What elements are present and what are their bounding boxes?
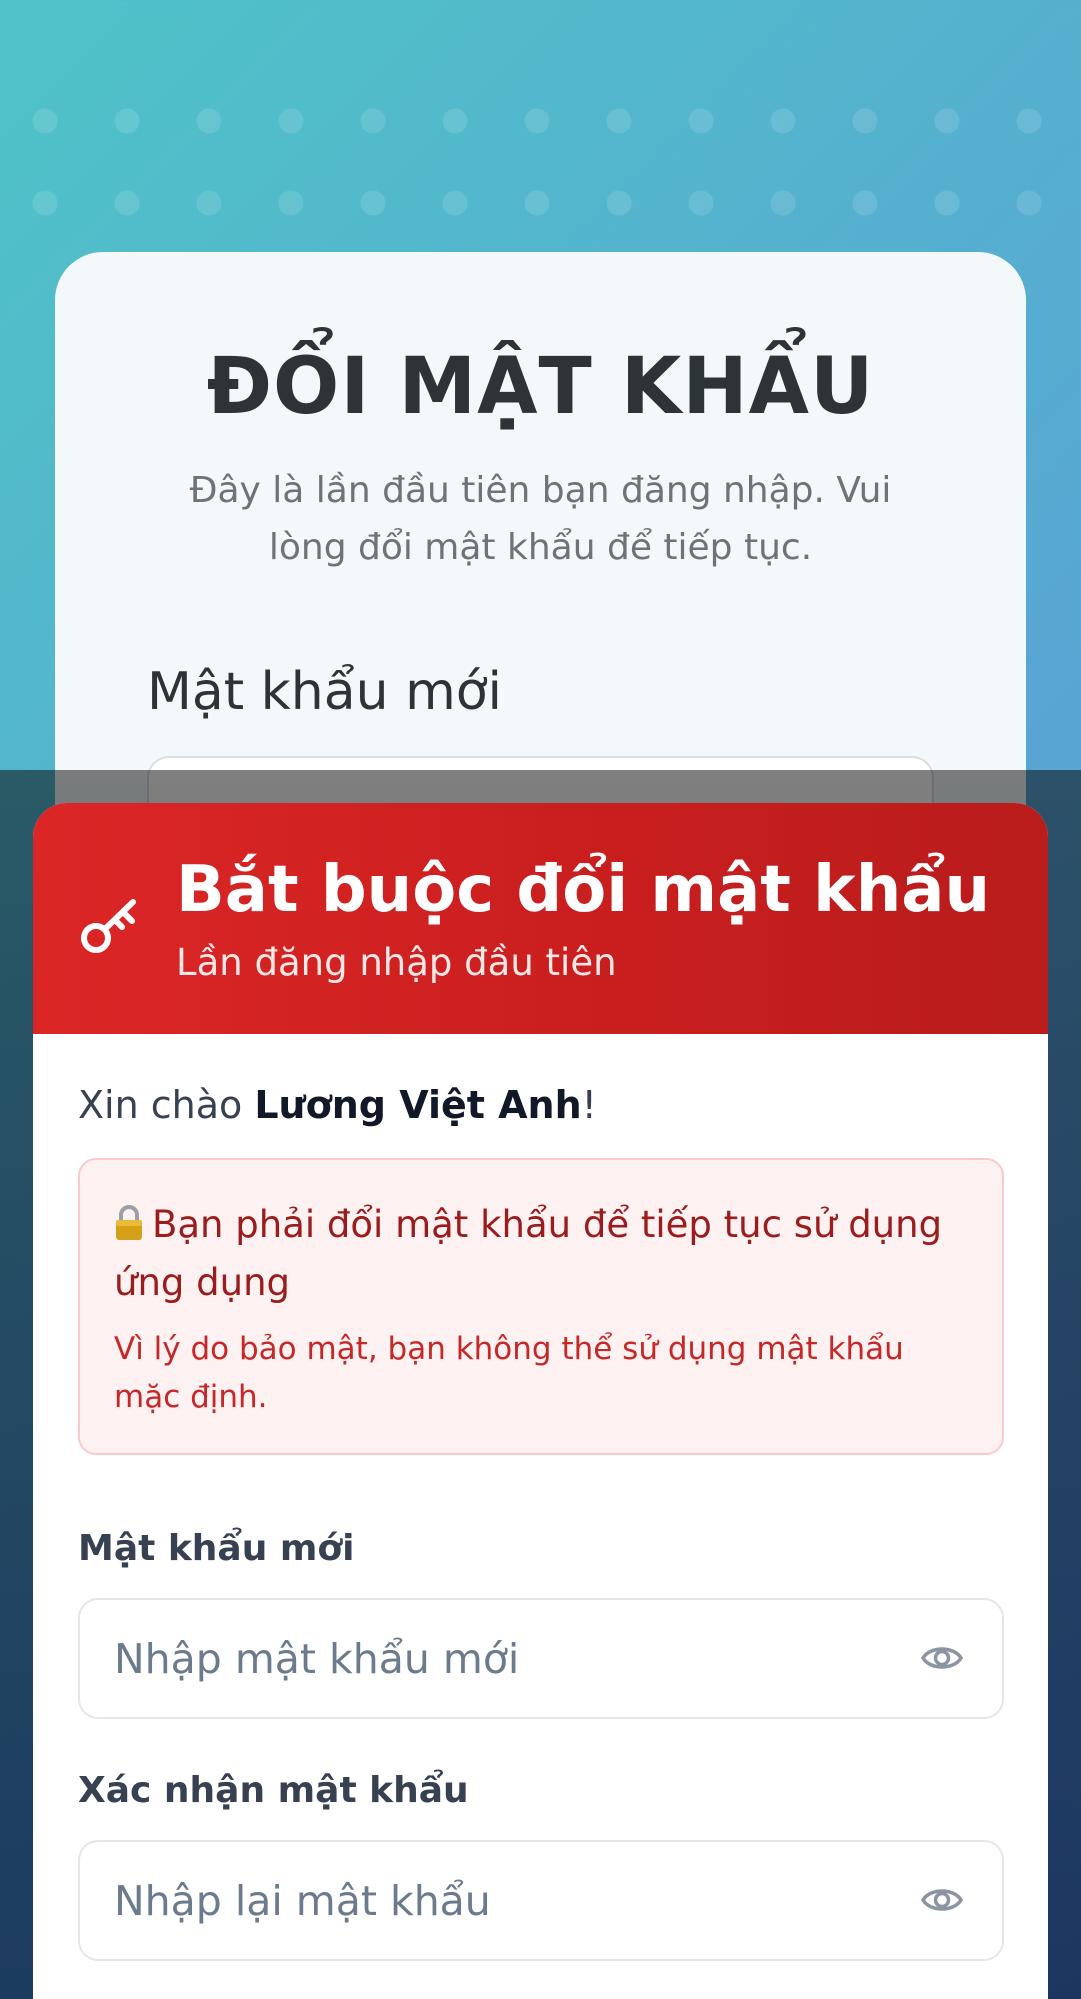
greeting: Xin chào Lương Việt Anh! bbox=[78, 1083, 597, 1127]
new-password-field-label: Mật khẩu mới bbox=[78, 1528, 355, 1569]
lock-icon bbox=[116, 1205, 142, 1240]
force-change-password-modal: Bắt buộc đổi mật khẩu Lần đăng nhập đầu … bbox=[33, 803, 1048, 1999]
alert-title: Bạn phải đổi mật khẩu để tiếp tục sử dụn… bbox=[114, 1203, 943, 1304]
security-alert: Bạn phải đổi mật khẩu để tiếp tục sử dụn… bbox=[78, 1158, 1004, 1455]
eye-icon[interactable] bbox=[920, 1882, 964, 1918]
new-password-input[interactable] bbox=[114, 1600, 874, 1717]
modal-subtitle: Lần đăng nhập đầu tiên bbox=[176, 941, 617, 984]
modal-title: Bắt buộc đổi mật khẩu bbox=[176, 853, 991, 927]
alert-description: Vì lý do bảo mật, bạn không thể sử dụng … bbox=[114, 1331, 904, 1415]
new-password-field bbox=[78, 1598, 1004, 1719]
key-icon bbox=[81, 899, 136, 953]
new-password-label: Mật khẩu mới bbox=[147, 662, 502, 722]
confirm-password-field-label: Xác nhận mật khẩu bbox=[78, 1770, 469, 1811]
confirm-password-field bbox=[78, 1840, 1004, 1961]
greeting-prefix: Xin chào bbox=[78, 1083, 255, 1127]
page-title: ĐỔI MẬT KHẨU bbox=[206, 342, 875, 432]
modal-header: Bắt buộc đổi mật khẩu Lần đăng nhập đầu … bbox=[33, 803, 1048, 1034]
user-name: Lương Việt Anh bbox=[254, 1083, 582, 1127]
background-dot-pattern bbox=[0, 80, 1081, 240]
confirm-password-input[interactable] bbox=[114, 1842, 874, 1959]
page-subtitle: Đây là lần đầu tiên bạn đăng nhập. Vui l… bbox=[189, 470, 892, 568]
eye-icon[interactable] bbox=[920, 1640, 964, 1676]
greeting-suffix: ! bbox=[581, 1083, 597, 1127]
alert-title-row: Bạn phải đổi mật khẩu để tiếp tục sử dụn… bbox=[114, 1196, 974, 1312]
